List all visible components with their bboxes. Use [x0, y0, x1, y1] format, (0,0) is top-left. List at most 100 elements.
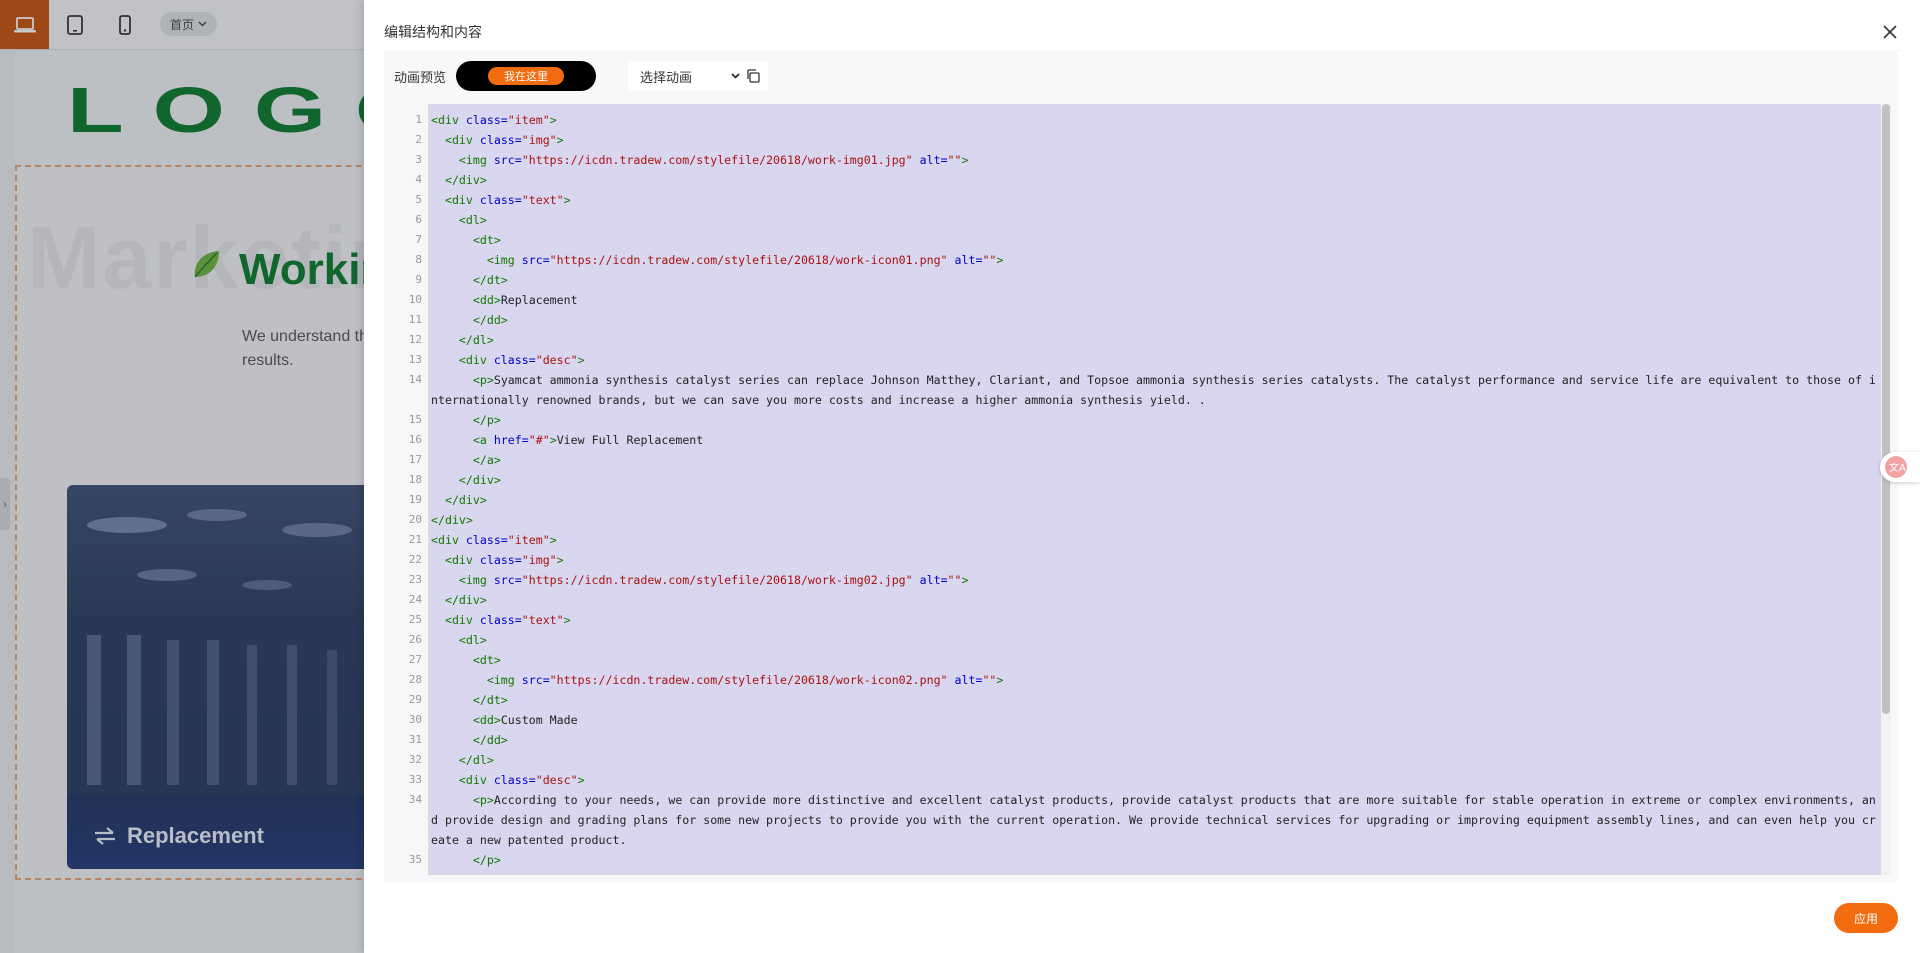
line-number: 25	[408, 613, 422, 626]
line-number: 36	[394, 870, 422, 875]
line-number: 6	[415, 213, 422, 226]
close-button[interactable]	[1880, 22, 1900, 42]
code-line[interactable]: 2 <div class="img">	[415, 130, 1881, 150]
code-line[interactable]: 6 <dl>	[415, 210, 1881, 230]
code-content[interactable]: 1 <div class="item"> 2 <div class="img"> 3 …	[409, 104, 1881, 875]
code-line[interactable]: 5 <div class="text">	[415, 190, 1881, 210]
code-editor[interactable]: 1 <div class="item"> 2 <div class="img"> 3 …	[394, 104, 1891, 875]
line-number: 14	[408, 373, 422, 386]
line-number: 1	[415, 113, 422, 126]
code-line[interactable]: 30 <dd>Custom Made	[409, 710, 1881, 730]
code-line[interactable]: 34 <p>According to your needs, we can pr…	[409, 790, 1881, 850]
code-line[interactable]: 18 </div>	[409, 470, 1881, 490]
line-number: 2	[415, 133, 422, 146]
chevron-down-icon	[731, 73, 740, 79]
line-number: 4	[415, 173, 422, 186]
code-line[interactable]: 24 </div>	[409, 590, 1881, 610]
animation-select-value: 选择动画	[640, 70, 693, 86]
code-line[interactable]: 20 </div>	[409, 510, 1881, 530]
line-number: 10	[408, 293, 422, 306]
code-text: </dl>	[458, 753, 494, 767]
code-line[interactable]: 33 <div class="desc">	[409, 770, 1881, 790]
code-line[interactable]: 36 <a href="#">View Full Replacement	[409, 870, 1881, 875]
line-number: 19	[408, 493, 422, 506]
code-text: </a>	[472, 453, 501, 467]
line-number: 22	[408, 553, 422, 566]
code-line[interactable]: 9 </dt>	[415, 270, 1881, 290]
line-number: 17	[408, 453, 422, 466]
code-text: <dl>	[458, 633, 487, 647]
code-line[interactable]: 19 </div>	[409, 490, 1881, 510]
line-number: 26	[408, 633, 422, 646]
line-number: 32	[408, 753, 422, 766]
code-line[interactable]: 3 <img src="https://icdn.tradew.com/styl…	[415, 150, 1881, 170]
line-number: 13	[408, 353, 422, 366]
code-line[interactable]: 1 <div class="item">	[415, 110, 1881, 130]
line-number: 29	[408, 693, 422, 706]
code-text: <div class="img">	[444, 553, 564, 567]
line-number: 28	[408, 673, 422, 686]
code-line[interactable]: 12 </dl>	[409, 330, 1881, 350]
code-scrollbar[interactable]	[1881, 104, 1891, 875]
code-text: <dd>Custom Made	[472, 713, 578, 727]
code-text: </dt>	[472, 693, 508, 707]
code-line[interactable]: 27 <dt>	[409, 650, 1881, 670]
code-text: <img src="https://icdn.tradew.com/stylef…	[458, 573, 969, 587]
edit-drawer: 编辑结构和内容 动画预览 我在这里 选择动画 1 <div class="item…	[364, 0, 1920, 953]
code-line[interactable]: 28 <img src="https://icdn.tradew.com/sty…	[409, 670, 1881, 690]
svg-text:文A: 文A	[1889, 461, 1906, 474]
code-text: </div>	[458, 473, 501, 487]
code-line[interactable]: 16 <a href="#">View Full Replacement	[409, 430, 1881, 450]
line-number: 7	[415, 233, 422, 246]
code-text: </dd>	[472, 733, 508, 747]
code-scrollbar-thumb[interactable]	[1882, 104, 1890, 714]
code-line[interactable]: 22 <div class="img">	[409, 550, 1881, 570]
drawer-title: 编辑结构和内容	[384, 25, 482, 41]
translate-widget[interactable]: 文A	[1880, 452, 1920, 482]
code-text: <dt>	[472, 653, 501, 667]
code-line[interactable]: 10 <dd>Replacement	[409, 290, 1881, 310]
line-number: 21	[408, 533, 422, 546]
code-text: </p>	[472, 413, 501, 427]
code-text: </div>	[444, 173, 487, 187]
code-line[interactable]: 26 <dl>	[409, 630, 1881, 650]
editor-panel: 动画预览 我在这里 选择动画 1 <div class="item"> 2 <div…	[384, 50, 1898, 882]
code-line[interactable]: 4 </div>	[415, 170, 1881, 190]
code-line[interactable]: 15 </p>	[409, 410, 1881, 430]
line-number: 35	[408, 853, 422, 866]
code-text: <dd>Replacement	[472, 293, 578, 307]
code-text: </dd>	[472, 313, 508, 327]
line-number: 30	[408, 713, 422, 726]
line-number: 8	[415, 253, 422, 266]
code-text: </dl>	[458, 333, 494, 347]
code-line[interactable]: 8 <img src="https://icdn.tradew.com/styl…	[415, 250, 1881, 270]
line-number: 16	[408, 433, 422, 446]
code-line[interactable]: 31 </dd>	[409, 730, 1881, 750]
line-number: 24	[408, 593, 422, 606]
code-line[interactable]: 21 <div class="item">	[409, 530, 1881, 550]
code-line[interactable]: 17 </a>	[409, 450, 1881, 470]
code-text: <img src="https://icdn.tradew.com/stylef…	[458, 153, 969, 167]
code-line[interactable]: 23 <img src="https://icdn.tradew.com/sty…	[409, 570, 1881, 590]
line-number: 11	[408, 313, 422, 326]
code-line[interactable]: 25 <div class="text">	[409, 610, 1881, 630]
code-text: <div class="item">	[431, 113, 557, 127]
copy-icon[interactable]	[745, 68, 761, 84]
code-text: </div>	[431, 513, 473, 527]
line-number: 20	[408, 513, 422, 526]
editor-toolbar: 动画预览 我在这里 选择动画	[384, 50, 1898, 100]
code-text: <a href="#">View Full Replacement	[472, 433, 704, 447]
code-text: <div class="item">	[431, 533, 557, 547]
code-line[interactable]: 32 </dl>	[409, 750, 1881, 770]
preview-target-button[interactable]: 我在这里	[488, 67, 564, 85]
apply-button[interactable]: 应用	[1834, 903, 1898, 933]
code-line[interactable]: 35 </p>	[409, 850, 1881, 870]
code-line[interactable]: 14 <p>Syamcat ammonia synthesis catalyst…	[409, 370, 1881, 410]
code-text: <div class="text">	[444, 613, 571, 627]
code-line[interactable]: 13 <div class="desc">	[409, 350, 1881, 370]
code-line[interactable]: 29 </dt>	[409, 690, 1881, 710]
code-text: <div class="img">	[444, 133, 564, 147]
code-line[interactable]: 11 </dd>	[409, 310, 1881, 330]
code-line[interactable]: 7 <dt>	[415, 230, 1881, 250]
code-text: <dt>	[472, 233, 501, 247]
